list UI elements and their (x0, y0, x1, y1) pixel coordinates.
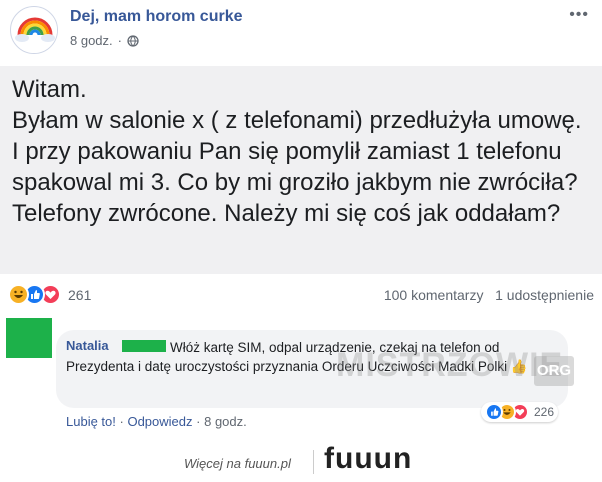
post-stats: 261 100 komentarzy 1 udostępnienie (0, 284, 602, 308)
comment-reaction-count: 226 (533, 405, 554, 419)
watermark-text: MISTRZOWIE (336, 346, 564, 384)
footer-more-link[interactable]: Więcej na fuuun.pl (184, 456, 291, 471)
facebook-post: Dej, mam horom curke 8 godz. · ••• Witam… (0, 0, 602, 438)
like-comment-link[interactable]: Lubię to! (66, 414, 116, 429)
separator-dot: · (196, 414, 201, 429)
page-name[interactable]: Dej, mam horom curke (70, 8, 243, 26)
comment-author[interactable]: Natalia (66, 338, 109, 353)
separator-dot: · (119, 414, 124, 429)
comment-time[interactable]: 8 godz. (204, 414, 247, 429)
site-footer: Więcej na fuuun.pl fuuun (0, 440, 602, 482)
post-meta: 8 godz. · (70, 33, 139, 48)
comment-bubble: Włóż kartę SIM, odpal urządzenie, czekaj… (56, 330, 574, 422)
haha-icon (8, 284, 29, 305)
reactions-summary[interactable]: 261 (8, 284, 91, 305)
comment: Włóż kartę SIM, odpal urządzenie, czekaj… (0, 318, 602, 438)
logo-text: fuuun (324, 442, 413, 475)
globe-icon (127, 34, 139, 47)
post-header: Dej, mam horom curke 8 godz. · ••• (10, 6, 595, 60)
reply-link[interactable]: Odpowiedz (127, 414, 192, 429)
fuuun-logo[interactable]: fuuun (324, 442, 412, 476)
shares-count[interactable]: 1 udostępnienie (495, 287, 594, 303)
separator-dot: · (117, 33, 122, 48)
post-time[interactable]: 8 godz. (70, 33, 113, 48)
post-text: Witam. Byłam w salonie x ( z telefonami)… (12, 76, 582, 227)
watermark-suffix: ORG (534, 356, 574, 386)
redaction-bar (122, 340, 166, 352)
more-options-icon[interactable]: ••• (569, 6, 589, 24)
reaction-count[interactable]: 261 (68, 287, 91, 303)
page-avatar[interactable] (10, 6, 58, 54)
comment-actions: Lubię to! · Odpowiedz · 8 godz. (66, 414, 247, 429)
rainbow-icon (12, 8, 57, 53)
comments-count[interactable]: 100 komentarzy (384, 287, 484, 303)
post-text-box: Witam. Byłam w salonie x ( z telefonami)… (0, 66, 602, 274)
like-icon (484, 403, 503, 421)
commenter-avatar[interactable] (6, 318, 52, 358)
comment-reactions[interactable]: 226 (480, 402, 558, 422)
footer-divider (313, 450, 314, 474)
engagement-counts: 100 komentarzy 1 udostępnienie (384, 287, 594, 303)
